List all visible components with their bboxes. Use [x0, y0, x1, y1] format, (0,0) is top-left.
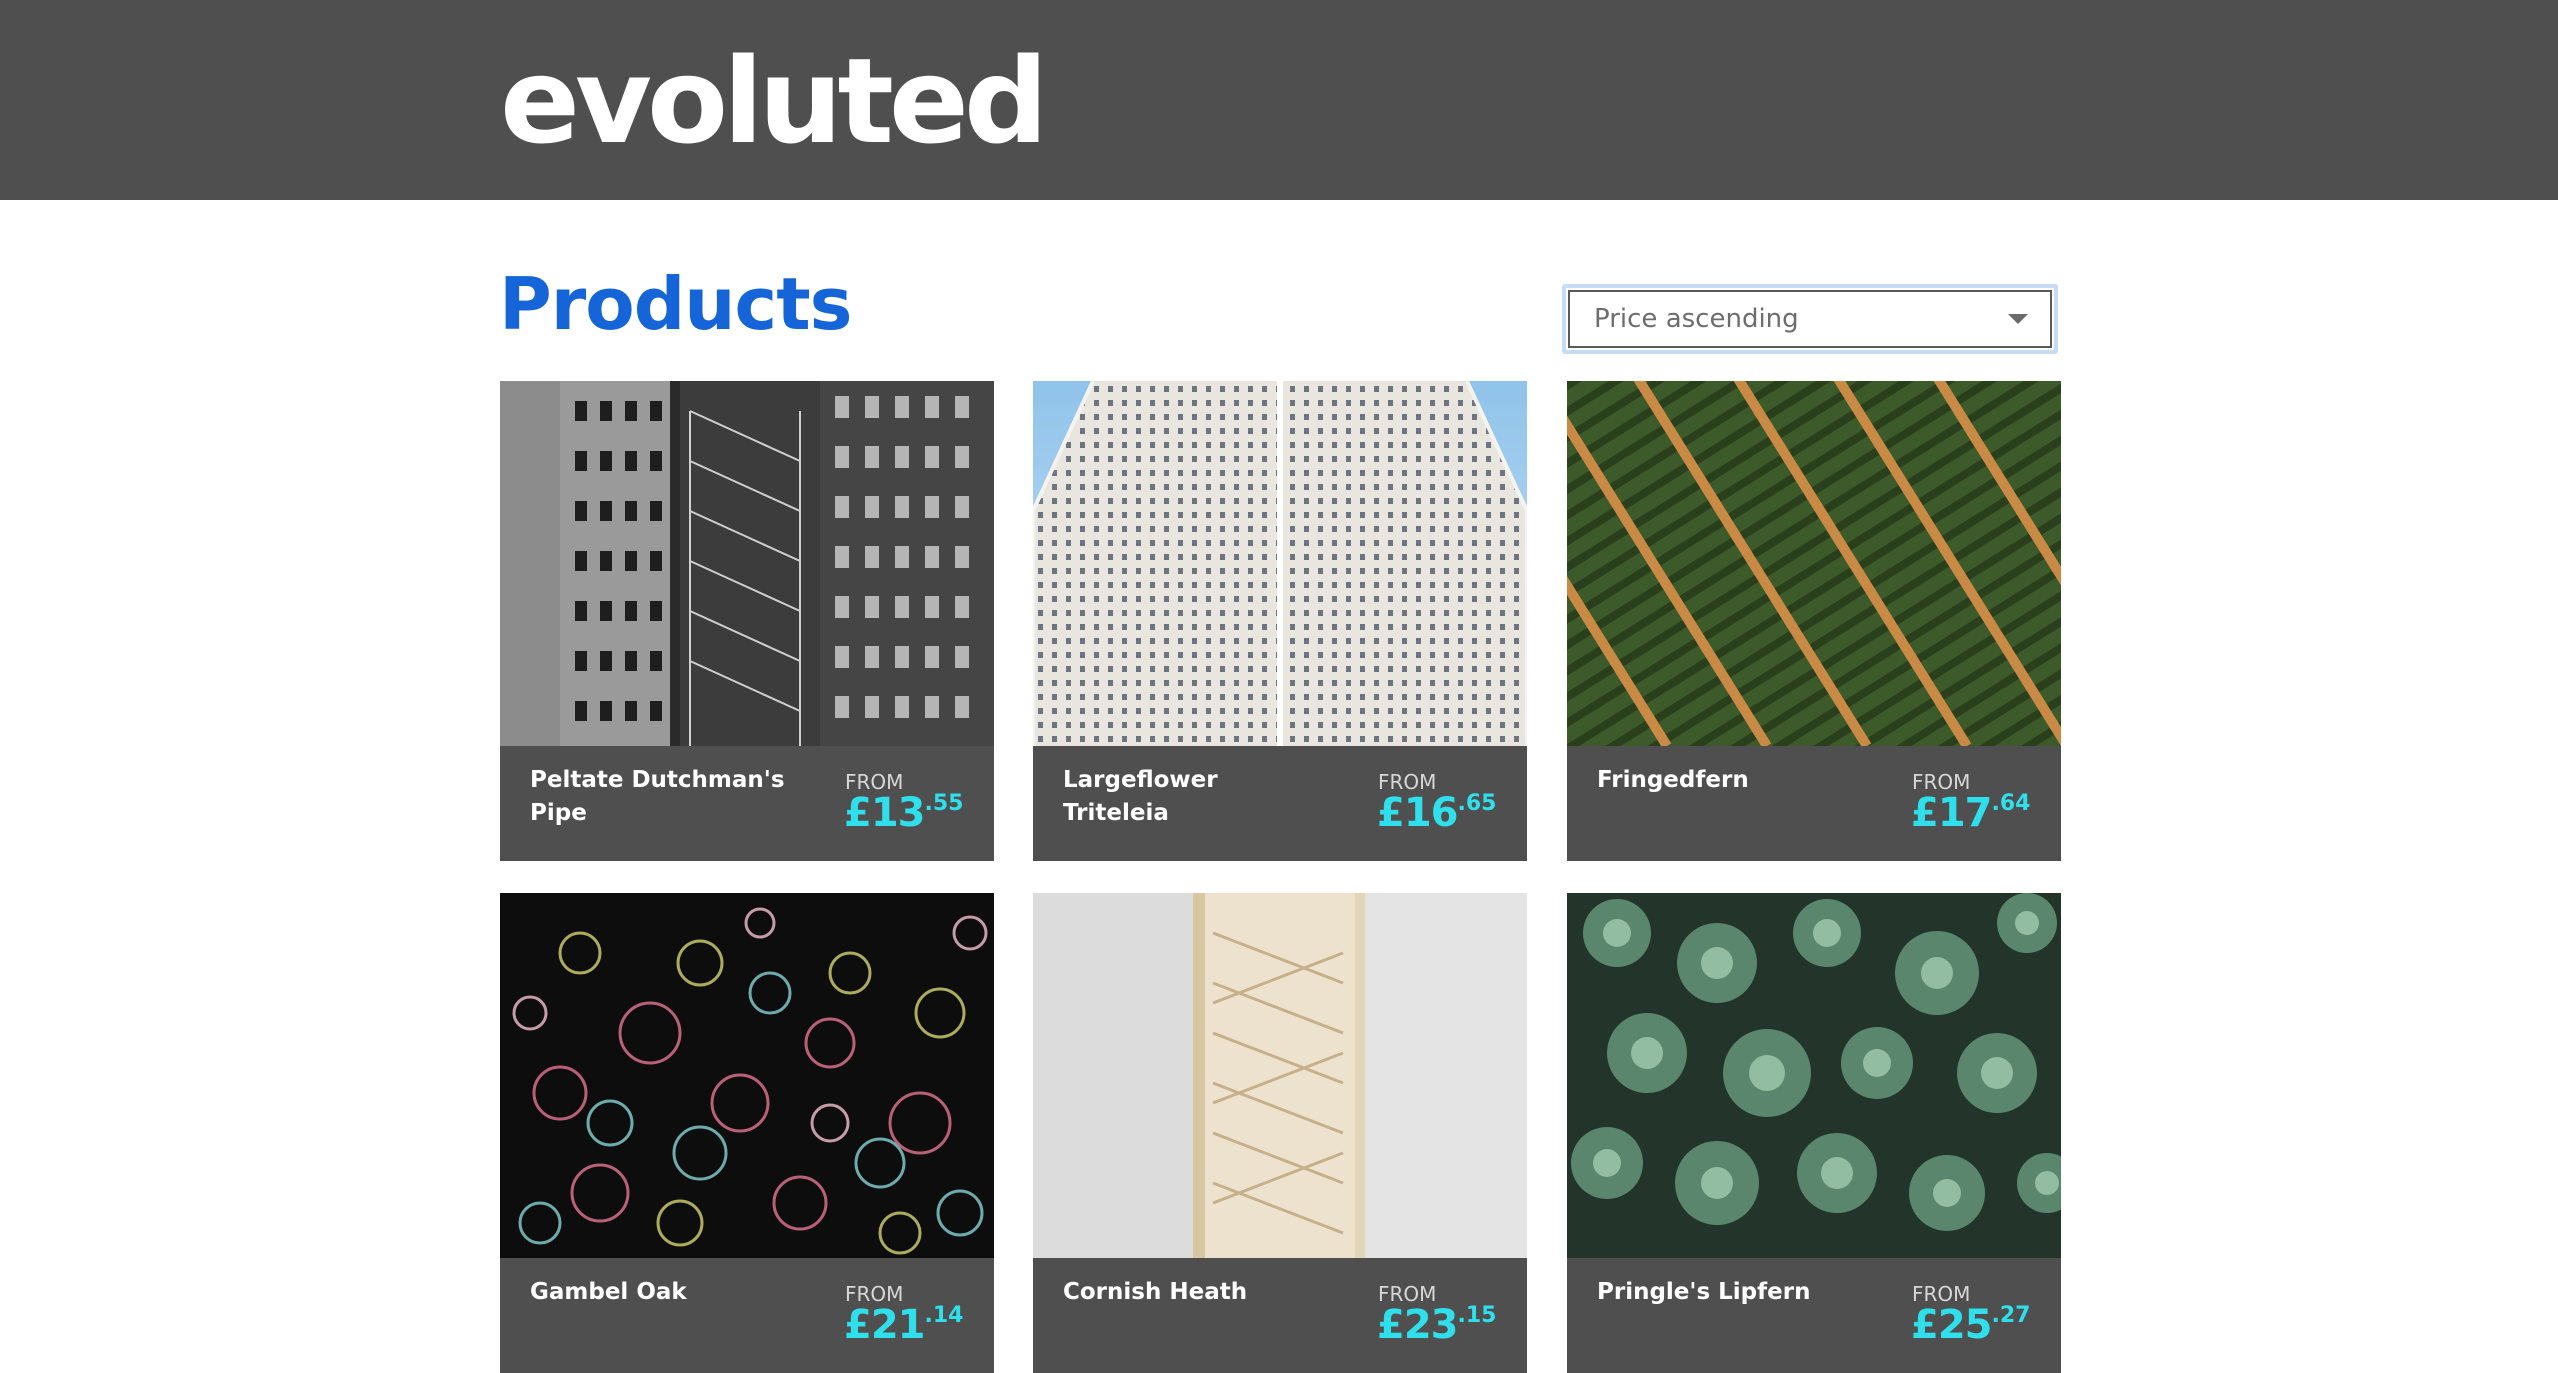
product-name[interactable]: Peltate Dutchman's Pipe [530, 764, 790, 830]
price-main: £16 [1377, 790, 1458, 836]
price-main: £21 [844, 1302, 925, 1348]
product-card[interactable]: Pringle's Lipfern FROM £25.27 [1567, 893, 2061, 1373]
product-price: £23.15 [1377, 1302, 1496, 1348]
product-name[interactable]: Pringle's Lipfern [1597, 1276, 1857, 1309]
product-price: £13.55 [844, 790, 963, 836]
product-price: £17.64 [1911, 790, 2030, 836]
product-image[interactable] [500, 381, 994, 746]
product-card[interactable]: Gambel Oak FROM £21.14 [500, 893, 994, 1373]
product-card[interactable]: Fringedfern FROM £17.64 [1567, 381, 2061, 861]
product-image[interactable] [1567, 381, 2061, 746]
product-info: Pringle's Lipfern FROM £25.27 [1567, 1258, 2061, 1373]
product-card[interactable]: Peltate Dutchman's Pipe FROM £13.55 [500, 381, 994, 861]
product-card[interactable]: Cornish Heath FROM £23.15 [1033, 893, 1527, 1373]
product-image[interactable] [1033, 893, 1527, 1258]
product-info: Peltate Dutchman's Pipe FROM £13.55 [500, 746, 994, 861]
price-decimal: .64 [1991, 791, 2031, 816]
sort-select[interactable]: Price ascending [1562, 284, 2058, 354]
product-image[interactable] [500, 893, 994, 1258]
product-name[interactable]: Largeflower Triteleia [1063, 764, 1323, 830]
product-info: Fringedfern FROM £17.64 [1567, 746, 2061, 861]
site-header: evoluted [0, 0, 2558, 200]
product-price: £25.27 [1911, 1302, 2030, 1348]
price-decimal: .65 [1457, 791, 1497, 816]
product-price: £16.65 [1377, 790, 1496, 836]
price-decimal: .27 [1991, 1303, 2031, 1328]
evoluted-logo[interactable]: evoluted [500, 42, 1048, 160]
product-price: £21.14 [844, 1302, 963, 1348]
product-card[interactable]: Largeflower Triteleia FROM £16.65 [1033, 381, 1527, 861]
price-main: £17 [1911, 790, 1992, 836]
price-decimal: .55 [924, 791, 964, 816]
product-info: Largeflower Triteleia FROM £16.65 [1033, 746, 1527, 861]
page-title: Products [499, 262, 852, 346]
product-name[interactable]: Cornish Heath [1063, 1276, 1323, 1309]
sort-select-box[interactable]: Price ascending [1568, 290, 2052, 348]
price-decimal: .14 [924, 1303, 964, 1328]
product-name[interactable]: Fringedfern [1597, 764, 1857, 797]
price-main: £23 [1377, 1302, 1458, 1348]
product-image[interactable] [1567, 893, 2061, 1258]
product-image[interactable] [1033, 381, 1527, 746]
product-info: Gambel Oak FROM £21.14 [500, 1258, 994, 1373]
product-name[interactable]: Gambel Oak [530, 1276, 790, 1309]
price-main: £13 [844, 790, 925, 836]
price-main: £25 [1911, 1302, 1992, 1348]
sort-select-value: Price ascending [1594, 304, 1799, 334]
chevron-down-icon [2008, 314, 2028, 324]
product-info: Cornish Heath FROM £23.15 [1033, 1258, 1527, 1373]
price-decimal: .15 [1457, 1303, 1497, 1328]
